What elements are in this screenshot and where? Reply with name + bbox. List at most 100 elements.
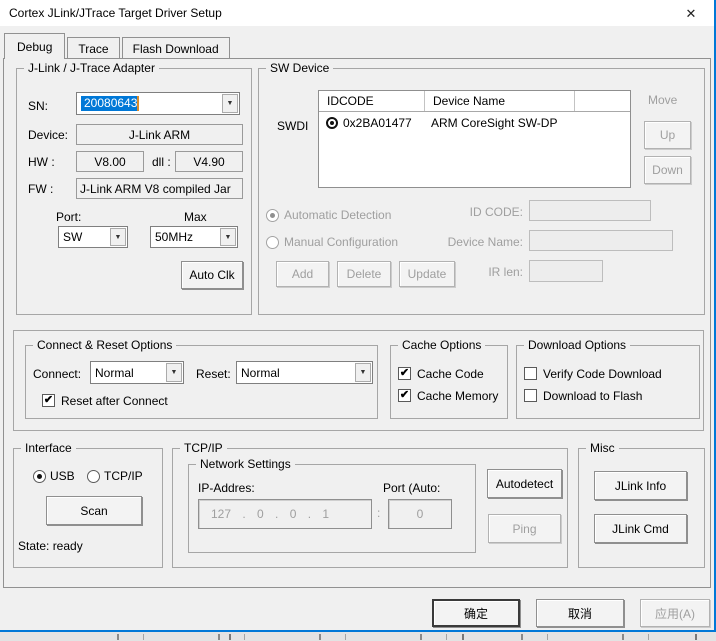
group-download-options-title: Download Options bbox=[524, 338, 631, 352]
reset-value: Normal bbox=[241, 365, 280, 380]
max-clock-value: 50MHz bbox=[155, 230, 194, 244]
dialog-window: Cortex JLink/JTrace Target Driver Setup … bbox=[0, 0, 716, 632]
auto-clk-button[interactable]: Auto Clk bbox=[181, 261, 243, 289]
hw-label: HW : bbox=[28, 155, 55, 169]
apply-button[interactable]: 应用(A) bbox=[640, 599, 710, 627]
dropdown-arrow-icon[interactable]: ▼ bbox=[110, 228, 126, 246]
check-icon: ✔ bbox=[399, 388, 410, 401]
row-selected-radio[interactable] bbox=[326, 117, 338, 129]
dll-label: dll : bbox=[152, 155, 171, 169]
move-down-button[interactable]: Down bbox=[644, 156, 691, 184]
move-label: Move bbox=[648, 93, 678, 107]
group-cache-options: Cache Options bbox=[390, 338, 508, 419]
ping-button[interactable]: Ping bbox=[488, 514, 561, 543]
manual-configuration-label: Manual Configuration bbox=[284, 235, 399, 249]
group-adapter-title: J-Link / J-Trace Adapter bbox=[24, 61, 159, 75]
automatic-detection-label: Automatic Detection bbox=[284, 208, 392, 222]
hw-field: V8.00 bbox=[76, 151, 144, 172]
tab-trace[interactable]: Trace bbox=[67, 37, 120, 58]
text-caret bbox=[137, 96, 140, 112]
add-button[interactable]: Add bbox=[276, 261, 329, 287]
connect-value: Normal bbox=[95, 365, 134, 380]
jlink-info-button[interactable]: JLink Info bbox=[594, 471, 687, 500]
port-field[interactable]: 0 bbox=[388, 499, 452, 529]
dll-field: V4.90 bbox=[175, 151, 243, 172]
dropdown-arrow-icon[interactable]: ▼ bbox=[222, 94, 238, 113]
close-icon[interactable]: ✕ bbox=[681, 4, 701, 23]
titlebar: Cortex JLink/JTrace Target Driver Setup … bbox=[0, 0, 714, 26]
download-to-flash-label: Download to Flash bbox=[543, 389, 643, 403]
column-header-idcode[interactable]: IDCODE bbox=[319, 91, 425, 111]
table-header: IDCODE Device Name bbox=[319, 91, 630, 112]
scan-button[interactable]: Scan bbox=[46, 496, 142, 525]
column-header-blank[interactable] bbox=[575, 91, 630, 111]
usb-radio[interactable] bbox=[33, 470, 46, 483]
autodetect-button[interactable]: Autodetect bbox=[487, 469, 562, 498]
cache-memory-checkbox[interactable]: ✔ bbox=[398, 389, 411, 402]
fw-field: J-Link ARM V8 compiled Jar bbox=[76, 178, 243, 199]
ip-address-field[interactable]: 127 . 0 . 0 . 1 bbox=[198, 499, 372, 529]
max-clock-combobox[interactable]: 50MHz ▼ bbox=[150, 226, 238, 248]
group-interface-title: Interface bbox=[21, 441, 76, 455]
tcpip-radio-label: TCP/IP bbox=[104, 469, 143, 483]
reset-combobox[interactable]: Normal ▼ bbox=[236, 361, 373, 384]
tcpip-radio[interactable] bbox=[87, 470, 100, 483]
sn-combobox[interactable]: 20080643 ▼ bbox=[76, 92, 240, 115]
id-code-field[interactable] bbox=[529, 200, 651, 221]
verify-code-download-checkbox[interactable] bbox=[524, 367, 537, 380]
swdio-label: SWDI bbox=[277, 119, 309, 133]
ok-button[interactable]: 确定 bbox=[432, 599, 520, 627]
device-label: Device: bbox=[28, 128, 69, 142]
cache-code-label: Cache Code bbox=[417, 367, 484, 381]
port-combobox[interactable]: SW ▼ bbox=[58, 226, 128, 248]
group-sw-device-title: SW Device bbox=[266, 61, 334, 75]
port-value: SW bbox=[63, 230, 83, 244]
ir-len-field[interactable] bbox=[529, 260, 603, 282]
delete-button[interactable]: Delete bbox=[337, 261, 391, 287]
dropdown-arrow-icon[interactable]: ▼ bbox=[166, 363, 182, 382]
cell-device-name: ARM CoreSight SW-DP bbox=[431, 116, 558, 130]
ir-len-label: IR len: bbox=[488, 265, 523, 279]
tab-debug[interactable]: Debug bbox=[4, 33, 66, 59]
manual-configuration-radio[interactable] bbox=[266, 236, 279, 249]
ip-port-colon: : bbox=[377, 506, 381, 520]
dropdown-arrow-icon[interactable]: ▼ bbox=[355, 363, 371, 382]
check-icon: ✔ bbox=[399, 366, 410, 379]
port-auto-label: Port (Auto: bbox=[383, 481, 441, 495]
cache-memory-label: Cache Memory bbox=[417, 389, 499, 403]
reset-after-connect-checkbox[interactable]: ✔ bbox=[42, 394, 55, 407]
column-header-device-name[interactable]: Device Name bbox=[425, 91, 575, 111]
state-text: State: ready bbox=[18, 539, 83, 553]
update-button[interactable]: Update bbox=[399, 261, 455, 287]
ip-address-label: IP-Addres: bbox=[198, 481, 255, 495]
connect-combobox[interactable]: Normal ▼ bbox=[90, 361, 184, 384]
group-download-options: Download Options bbox=[516, 338, 700, 419]
device-name-field[interactable] bbox=[529, 230, 673, 251]
connect-label: Connect: bbox=[33, 367, 82, 381]
reset-after-connect-label: Reset after Connect bbox=[61, 394, 168, 408]
sn-label: SN: bbox=[28, 99, 49, 113]
table-row[interactable]: 0x2BA01477 ARM CoreSight SW-DP bbox=[319, 112, 630, 134]
group-network-settings-title: Network Settings bbox=[196, 457, 295, 471]
automatic-detection-radio[interactable] bbox=[266, 209, 279, 222]
dropdown-arrow-icon[interactable]: ▼ bbox=[220, 228, 236, 246]
fw-label: FW : bbox=[28, 182, 54, 196]
cancel-button[interactable]: 取消 bbox=[536, 599, 624, 627]
port-label: Port: bbox=[56, 210, 82, 224]
group-tcpip-title: TCP/IP bbox=[180, 441, 227, 455]
sw-device-table[interactable]: IDCODE Device Name 0x2BA01477 ARM CoreSi… bbox=[318, 90, 631, 188]
download-to-flash-checkbox[interactable] bbox=[524, 389, 537, 402]
group-misc-title: Misc bbox=[586, 441, 619, 455]
background-window-sliver bbox=[0, 632, 716, 641]
reset-label: Reset: bbox=[196, 367, 231, 381]
group-misc: Misc bbox=[578, 441, 705, 568]
device-name-label: Device Name: bbox=[447, 235, 523, 249]
cache-code-checkbox[interactable]: ✔ bbox=[398, 367, 411, 380]
verify-code-download-label: Verify Code Download bbox=[543, 367, 662, 381]
jlink-cmd-button[interactable]: JLink Cmd bbox=[594, 514, 687, 543]
move-up-button[interactable]: Up bbox=[644, 121, 691, 149]
sn-value: 20080643 bbox=[81, 95, 138, 112]
id-code-label: ID CODE: bbox=[469, 205, 523, 219]
tab-flash-download[interactable]: Flash Download bbox=[121, 37, 230, 58]
window-title: Cortex JLink/JTrace Target Driver Setup bbox=[9, 6, 222, 20]
